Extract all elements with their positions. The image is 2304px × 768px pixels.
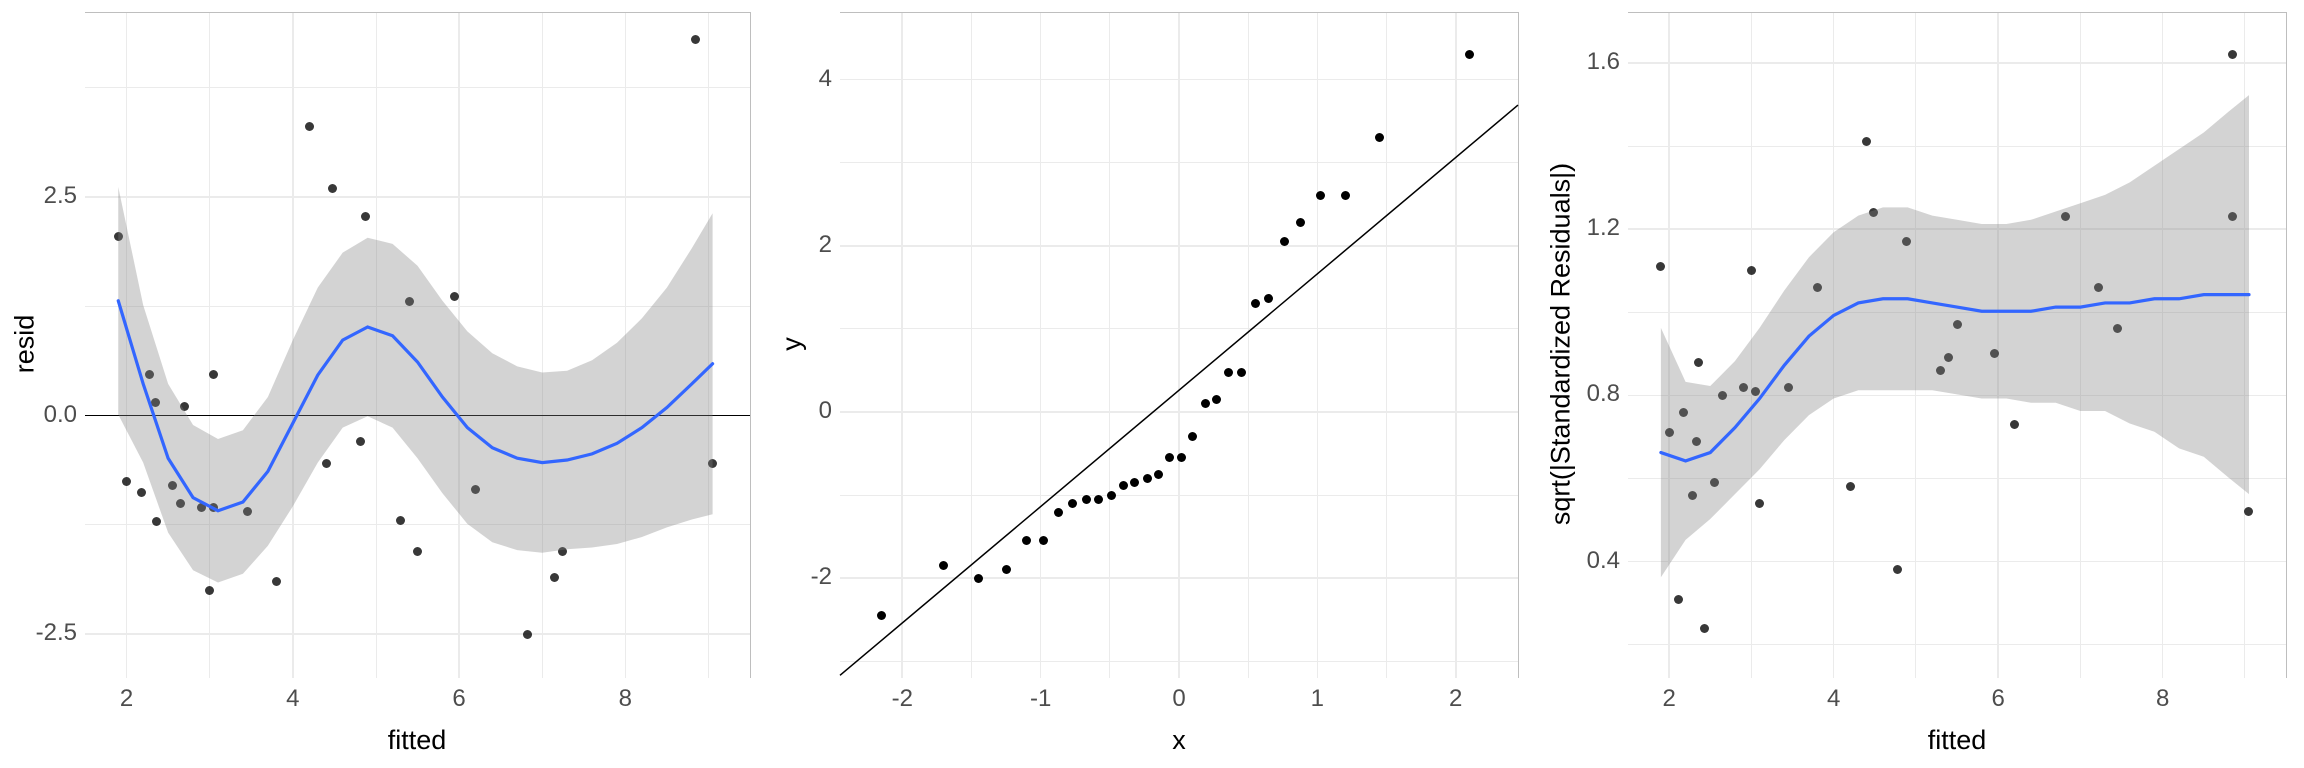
residuals-vs-fitted-panel: resid fitted 2 4 6 8 -2.5 0.0 2.5 xyxy=(0,0,768,768)
x-tick-label: 8 xyxy=(2156,685,2169,713)
x-tick-label: -1 xyxy=(1030,685,1051,713)
y-tick-label: 0 xyxy=(819,397,832,425)
y-tick-label: 2.5 xyxy=(44,182,77,210)
plot-svg-2 xyxy=(1628,12,2286,677)
y-tick-label: 1.2 xyxy=(1587,214,1620,242)
y-tick-label: 0.8 xyxy=(1587,380,1620,408)
x-tick-label: 6 xyxy=(1991,685,2004,713)
y-axis-label: sqrt(|Standardized Residuals|) xyxy=(1546,163,1577,525)
x-tick-label: 2 xyxy=(120,685,133,713)
x-tick-label: -2 xyxy=(892,685,913,713)
y-tick-label: 0.4 xyxy=(1587,547,1620,575)
qq-reference-line xyxy=(840,105,1518,675)
plot-svg-1 xyxy=(840,12,1518,677)
qq-plot-panel: y x -2 -1 0 1 2 -2 0 2 4 xyxy=(768,0,1536,768)
x-axis-label: x xyxy=(1172,725,1186,756)
x-tick-label: 8 xyxy=(619,685,632,713)
y-tick-label: 4 xyxy=(819,65,832,93)
y-tick-label: -2 xyxy=(811,563,832,591)
scale-location-panel: sqrt(|Standardized Residuals|) fitted 2 4… xyxy=(1536,0,2304,768)
x-tick-label: 1 xyxy=(1311,685,1324,713)
y-tick-label: 2 xyxy=(819,231,832,259)
y-tick-label: -2.5 xyxy=(36,619,77,647)
confidence-band xyxy=(118,187,712,583)
x-axis-label: fitted xyxy=(1928,725,1987,756)
x-axis-label: fitted xyxy=(388,725,447,756)
y-axis-label: y xyxy=(777,337,808,351)
y-axis-label: resid xyxy=(10,315,41,374)
confidence-band xyxy=(1661,95,2249,577)
plot-svg-0 xyxy=(85,12,750,677)
x-tick-label: 2 xyxy=(1449,685,1462,713)
x-tick-label: 4 xyxy=(1827,685,1840,713)
x-tick-label: 0 xyxy=(1172,685,1185,713)
y-tick-label: 1.6 xyxy=(1587,48,1620,76)
y-tick-label: 0.0 xyxy=(44,401,77,429)
x-tick-label: 6 xyxy=(452,685,465,713)
x-tick-label: 4 xyxy=(286,685,299,713)
x-tick-label: 2 xyxy=(1662,685,1675,713)
